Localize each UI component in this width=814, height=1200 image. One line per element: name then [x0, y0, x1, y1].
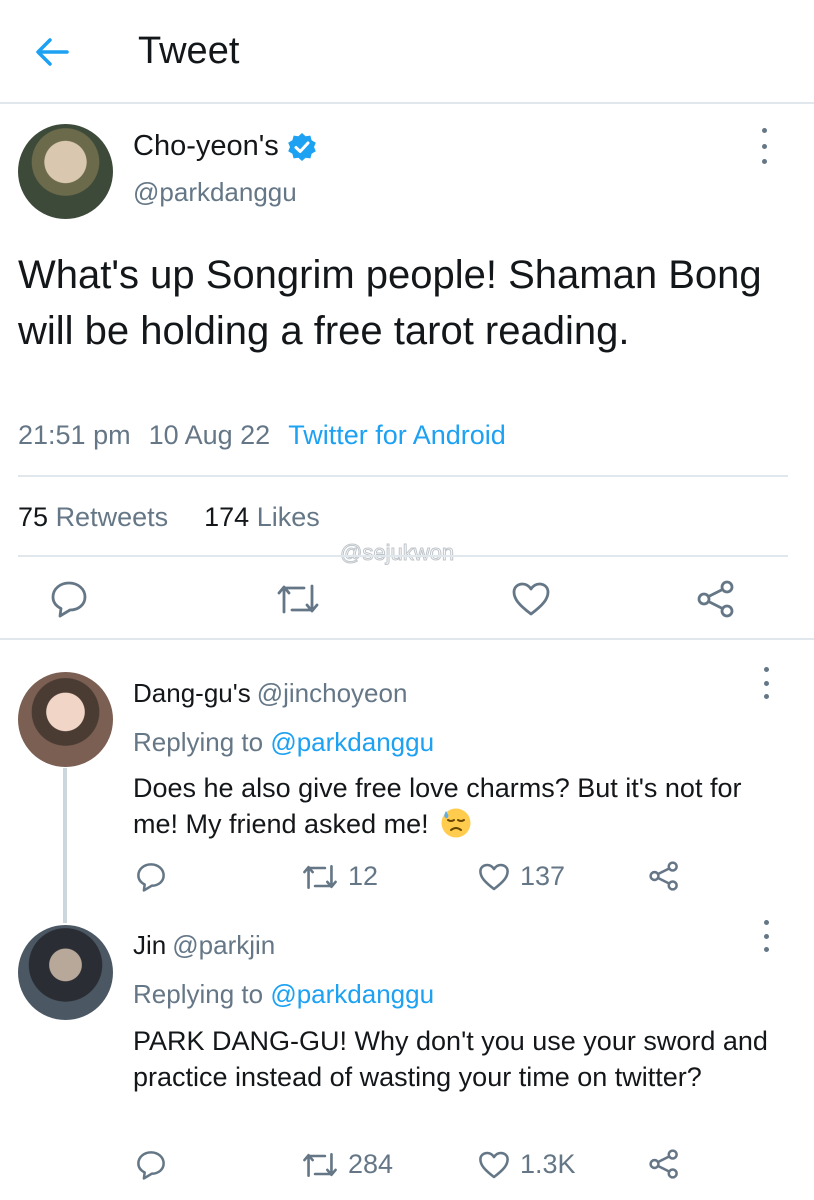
reply-button[interactable]: [136, 862, 166, 892]
retweet-button[interactable]: [276, 582, 320, 616]
likes-label: Likes: [256, 502, 320, 532]
replying-to-prefix: Replying to: [133, 727, 264, 757]
reply-icon: [137, 1151, 165, 1180]
heart-icon: [479, 863, 509, 890]
author-name-row[interactable]: Cho-yeon's: [133, 130, 317, 163]
more-options-icon[interactable]: [754, 128, 774, 164]
reply-button[interactable]: [50, 580, 88, 618]
replying-to: Replying to @parkdanggu: [133, 727, 434, 758]
replying-to: Replying to @parkdanggu: [133, 979, 434, 1010]
like-count: 137: [520, 861, 566, 891]
share-icon: [697, 580, 734, 618]
retweet-icon: [303, 1152, 337, 1177]
retweets-label: Retweets: [55, 502, 169, 532]
reply-text: PARK DANG-GU! Why don't you use your swo…: [133, 1026, 768, 1092]
page-title: Tweet: [138, 30, 240, 72]
downcast-face-with-sweat-icon: [441, 808, 471, 838]
share-button[interactable]: [648, 861, 680, 891]
retweet-button[interactable]: 284: [302, 1149, 393, 1180]
tweet-time: 21:51 pm: [18, 420, 131, 450]
thread-connector: [63, 768, 67, 923]
retweet-icon: [303, 864, 337, 889]
reply-author[interactable]: Dang-gu's @jinchoyeon: [133, 678, 407, 709]
reply-avatar[interactable]: [18, 925, 113, 1020]
verified-badge-icon: [287, 132, 316, 161]
arrow-left-icon: [36, 38, 69, 66]
retweet-button[interactable]: 12: [302, 861, 378, 892]
divider: [0, 638, 814, 640]
tweet-text: What's up Songrim people! Shaman Bong wi…: [18, 253, 762, 353]
replying-to-mention[interactable]: @parkdanggu: [270, 727, 434, 757]
author-name: Cho-yeon's: [133, 130, 279, 162]
retweets-stat[interactable]: 75 Retweets: [18, 502, 168, 532]
retweet-count: 284: [348, 1149, 394, 1179]
tweet-meta: 21:51 pm 10 Aug 22 Twitter for Android: [18, 420, 506, 451]
share-icon: [649, 1149, 678, 1179]
heart-icon: [512, 582, 550, 616]
like-button[interactable]: [511, 581, 551, 617]
reply-avatar[interactable]: [18, 672, 113, 767]
share-icon: [649, 861, 678, 891]
reply-author-handle: @jinchoyeon: [256, 678, 408, 708]
reply-icon: [51, 581, 87, 618]
reply-author-name: Jin: [133, 930, 167, 960]
likes-count: 174: [204, 502, 250, 532]
like-button[interactable]: 137: [478, 861, 565, 892]
author-handle[interactable]: @parkdanggu: [133, 177, 297, 208]
retweet-count: 12: [348, 861, 379, 891]
retweets-count: 75: [18, 502, 49, 532]
reply-text-block: Does he also give free love charms? But …: [133, 770, 793, 842]
likes-stat[interactable]: 174 Likes: [204, 502, 320, 532]
divider: [18, 555, 788, 557]
replying-to-prefix: Replying to: [133, 979, 264, 1009]
reply-button[interactable]: [136, 1150, 166, 1180]
author-avatar[interactable]: [18, 124, 113, 219]
reply-author-handle: @parkjin: [172, 930, 276, 960]
retweet-icon: [277, 584, 319, 614]
tweet-date: 10 Aug 22: [148, 420, 271, 450]
like-button[interactable]: 1.3K: [478, 1149, 576, 1180]
reply-icon: [137, 863, 165, 892]
share-button[interactable]: [648, 1149, 680, 1179]
back-button[interactable]: [28, 28, 76, 76]
more-options-icon[interactable]: [756, 920, 776, 952]
like-count: 1.3K: [520, 1149, 576, 1179]
replying-to-mention[interactable]: @parkdanggu: [270, 979, 434, 1009]
watermark: @sejukwon: [339, 540, 455, 566]
share-button[interactable]: [696, 580, 736, 618]
tweet-source-link[interactable]: Twitter for Android: [288, 420, 506, 450]
heart-icon: [479, 1151, 509, 1178]
more-options-icon[interactable]: [756, 667, 776, 699]
tweet-stats: 75 Retweets 174 Likes: [18, 502, 320, 533]
top-bar: Tweet: [0, 0, 814, 104]
reply-text: Does he also give free love charms? But …: [133, 773, 742, 839]
divider: [18, 475, 788, 477]
reply-author[interactable]: Jin @parkjin: [133, 930, 275, 961]
reply-author-name: Dang-gu's: [133, 678, 251, 708]
